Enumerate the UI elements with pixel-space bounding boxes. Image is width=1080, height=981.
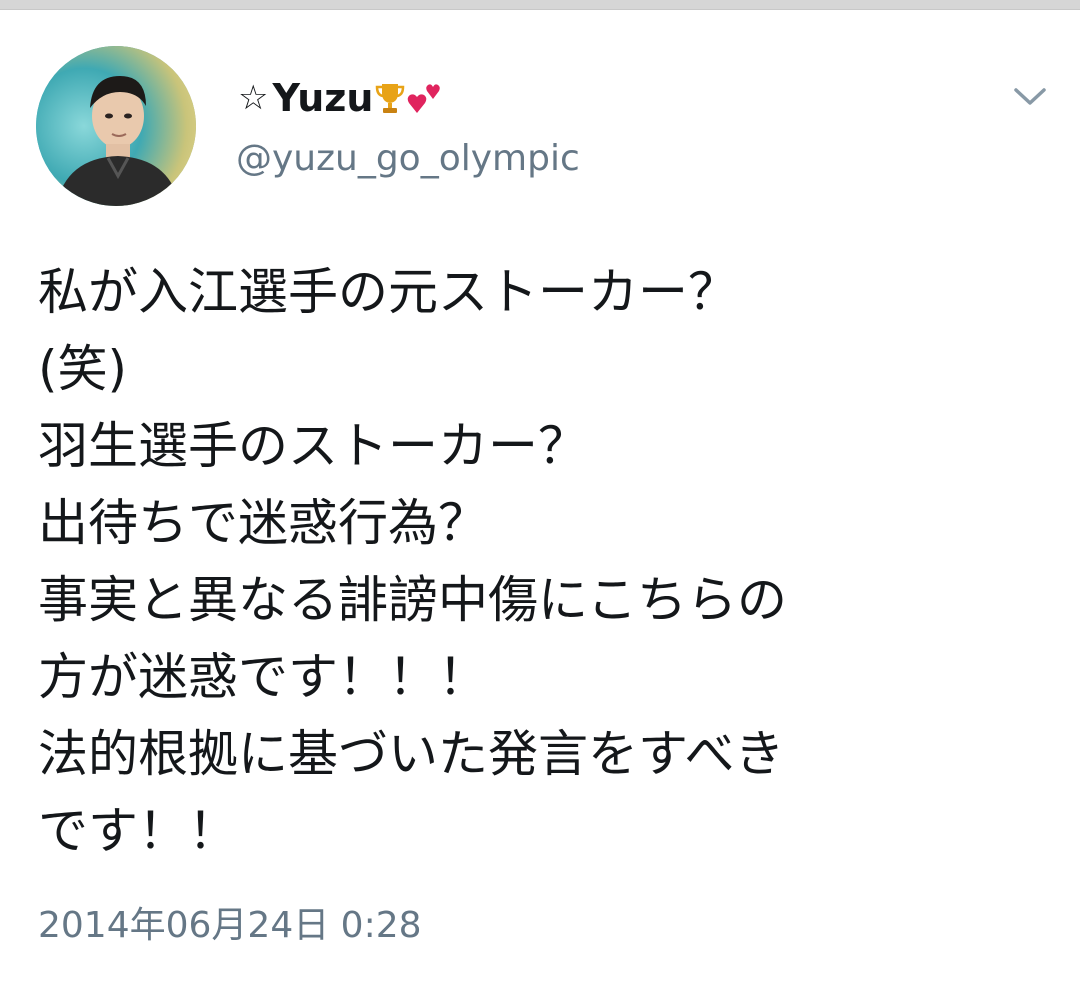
tweet-text-line: 羽生選手のストーカー？ bbox=[38, 417, 588, 475]
hearts-icon bbox=[407, 81, 443, 115]
tweet-text-line: 事実と異なる誹謗中傷にこちらの bbox=[38, 571, 787, 629]
tweet-timestamp[interactable]: 2014年06月24日 0:28 bbox=[38, 896, 422, 948]
tweet-text-line: (笑) bbox=[38, 340, 128, 398]
trophy-icon bbox=[375, 81, 405, 115]
user-handle[interactable]: @yuzu_go_olympic bbox=[236, 138, 580, 179]
chevron-down-icon[interactable] bbox=[1010, 76, 1050, 116]
display-name-prefix: ☆ bbox=[238, 78, 269, 118]
tweet-text-line: 私が入江選手の元ストーカー？ bbox=[38, 263, 738, 321]
tweet-text-line: 方が迷惑です！！！ bbox=[38, 648, 488, 706]
avatar-image bbox=[36, 46, 196, 206]
tweet-text: 私が入江選手の元ストーカー？ (笑) 羽生選手のストーカー？ 出待ちで迷惑行為？… bbox=[38, 254, 1058, 870]
display-name[interactable]: ☆ Yuzu bbox=[238, 74, 443, 122]
tweet-card: ☆ Yuzu @yuzu_go_olympic 私が入江選手の元ストーカー？ (… bbox=[0, 10, 1080, 981]
top-divider bbox=[0, 0, 1080, 10]
avatar[interactable] bbox=[36, 46, 196, 206]
display-name-text: Yuzu bbox=[272, 76, 374, 120]
tweet-text-line: 出待ちで迷惑行為？ bbox=[38, 494, 488, 552]
tweet-text-line: です！！ bbox=[38, 802, 238, 860]
tweet-text-line: 法的根拠に基づいた発言をすべき bbox=[38, 725, 785, 783]
